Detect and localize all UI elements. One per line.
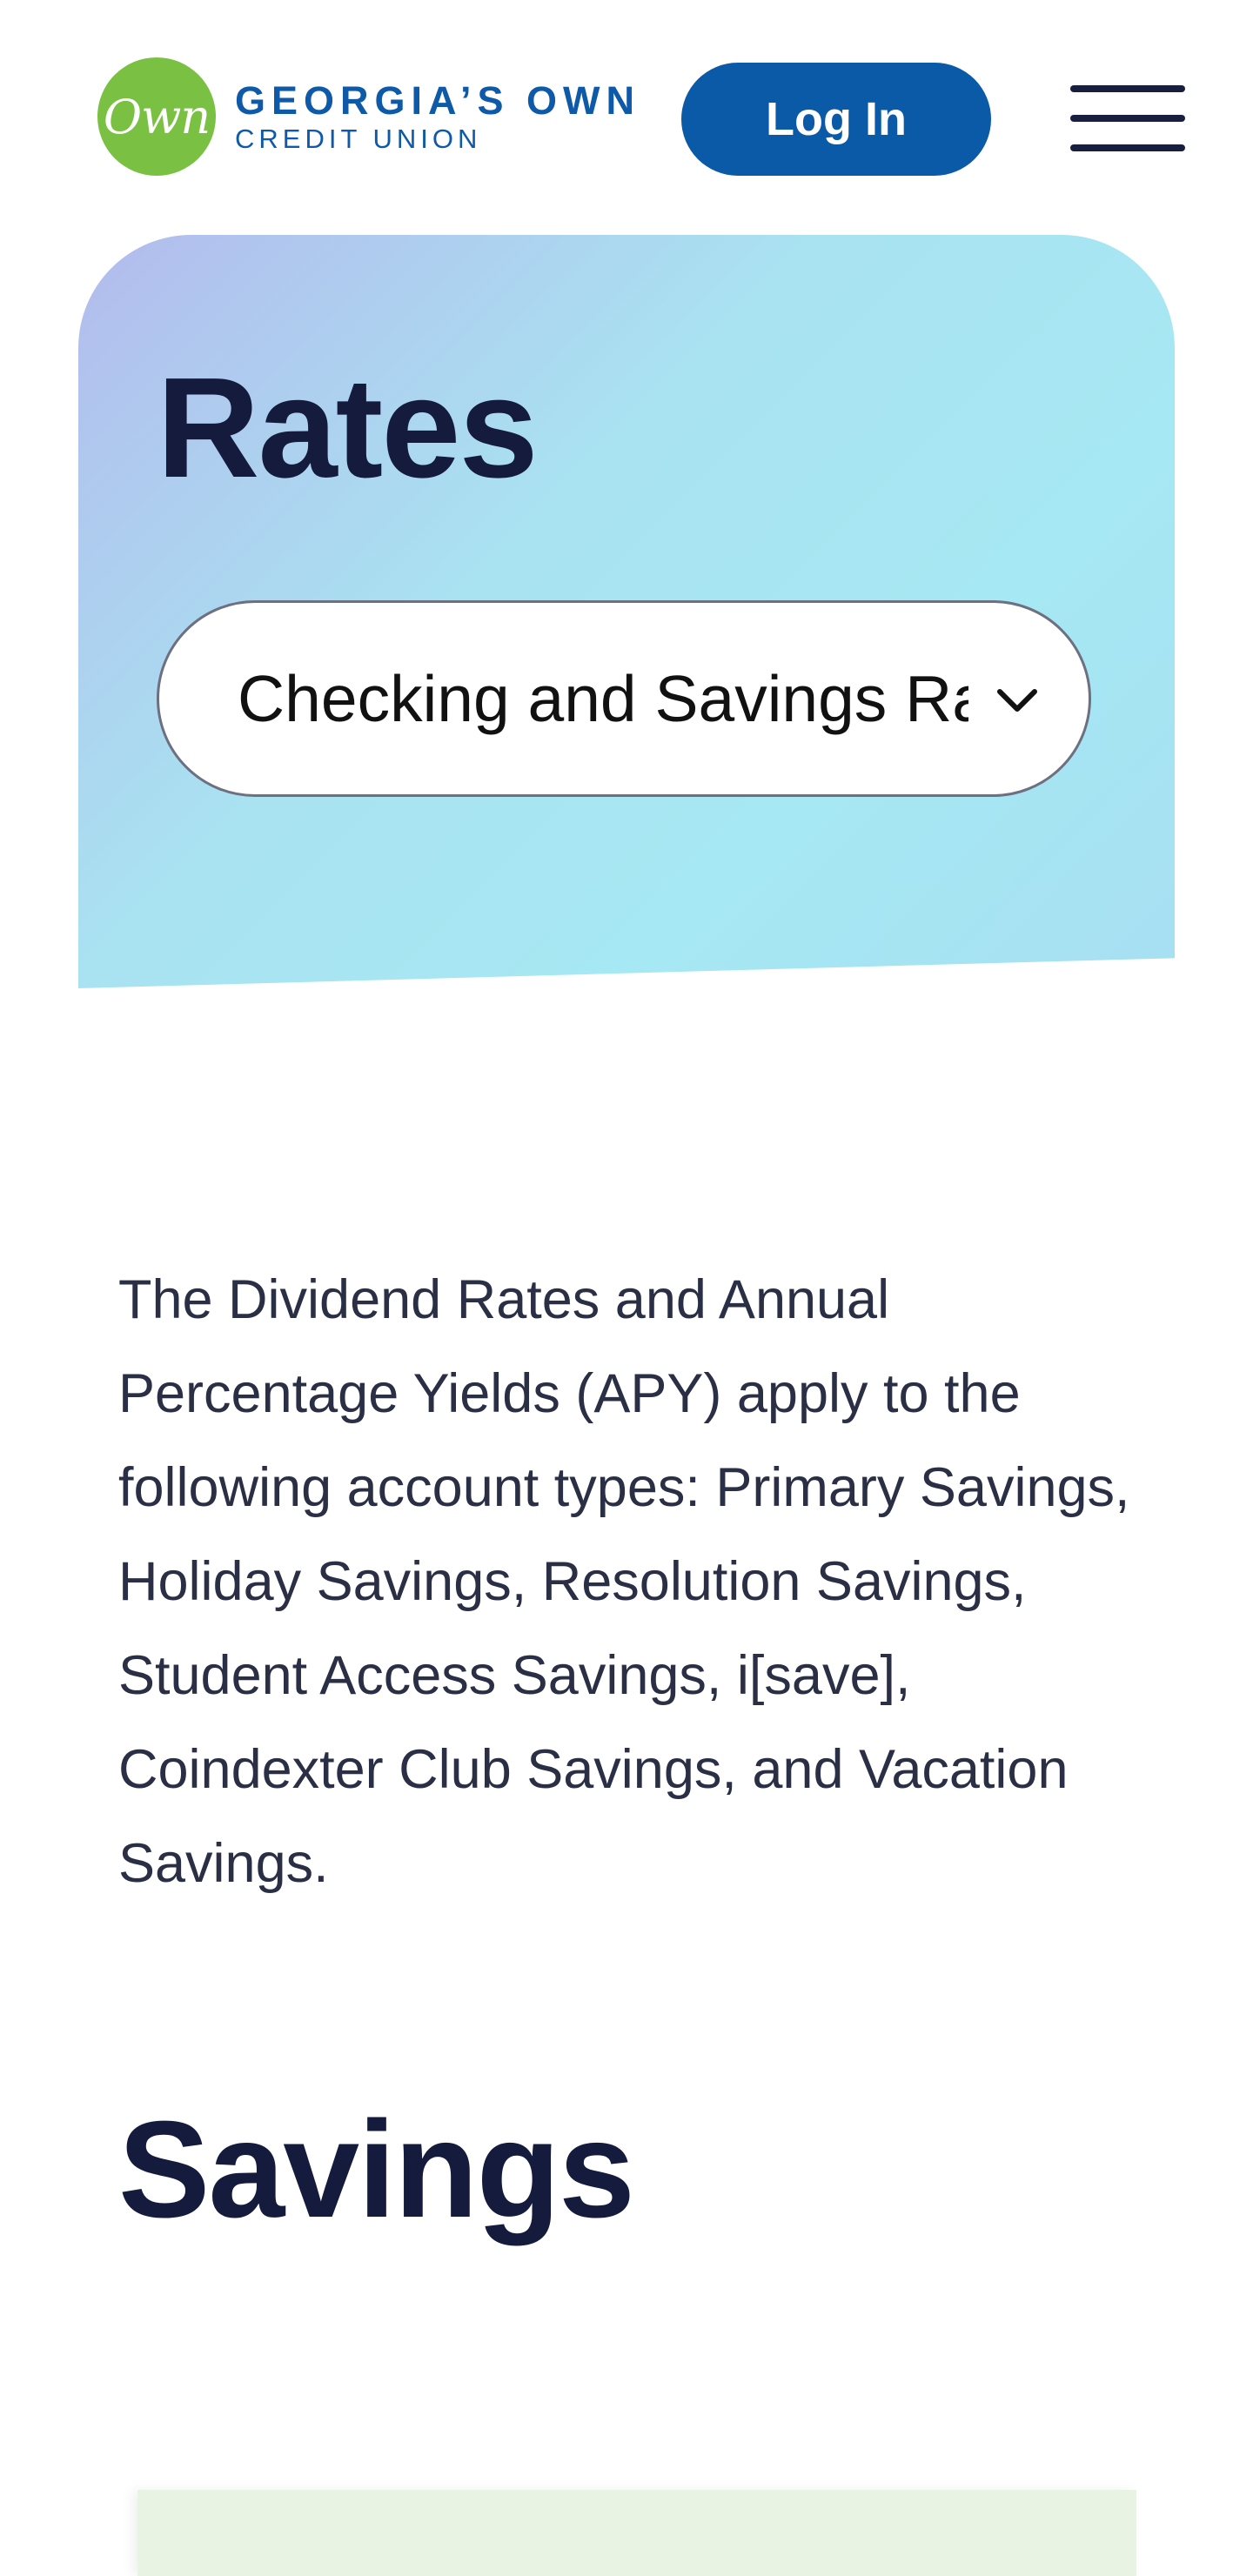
intro-paragraph: The Dividend Rates and Annual Percentage…	[118, 1269, 1130, 1894]
logo-line-2: CREDIT UNION	[235, 124, 482, 154]
logo-line-1: GEORGIA’S OWN	[235, 78, 641, 123]
rates-hero: Rates Checking and Savings Rates	[78, 235, 1175, 988]
own-logo-mark: Own	[97, 57, 216, 176]
logo-wordmark: GEORGIA’S OWN CREDIT UNION	[235, 79, 640, 154]
page-title: Rates	[157, 348, 539, 507]
site-header: Own GEORGIA’S OWN CREDIT UNION Log In	[0, 0, 1253, 235]
rates-category-select[interactable]: Checking and Savings Rates	[157, 600, 1091, 797]
hamburger-menu-icon[interactable]	[1067, 84, 1189, 153]
chevron-down-icon	[997, 689, 1037, 712]
savings-rates-panel	[137, 2490, 1136, 2576]
georgias-own-logo[interactable]: Own GEORGIA’S OWN CREDIT UNION	[97, 57, 640, 176]
savings-heading: Savings	[118, 2093, 635, 2246]
log-in-button[interactable]: Log In	[681, 63, 991, 176]
rates-select-value: Checking and Savings Rates	[238, 662, 968, 735]
